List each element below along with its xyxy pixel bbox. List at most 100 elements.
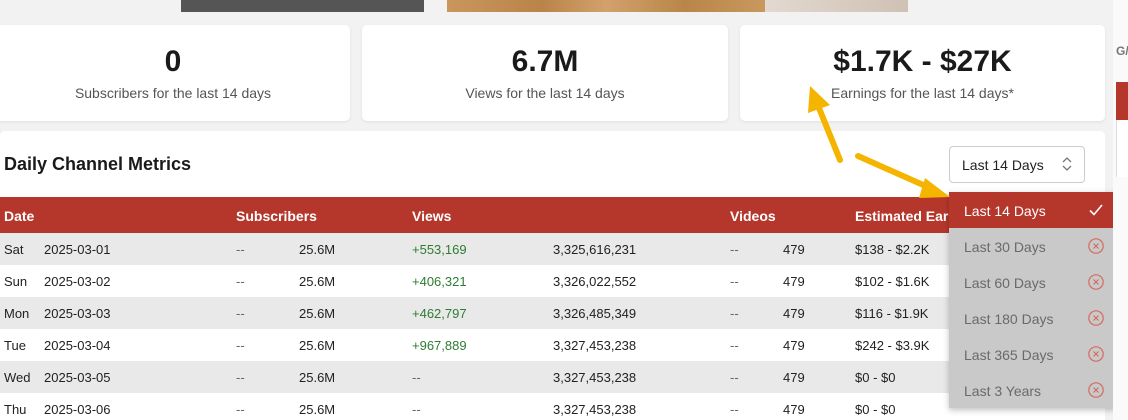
range-option-365-days[interactable]: Last 365 Days: [949, 336, 1117, 372]
banner-segment-light: [765, 0, 908, 12]
range-select-value: Last 14 Days: [962, 157, 1044, 173]
circle-x-icon: [1088, 382, 1104, 398]
row-sub-change: --: [236, 402, 245, 417]
row-videos: 479: [783, 402, 805, 417]
col-date[interactable]: Date: [4, 208, 34, 224]
row-day: Tue: [4, 338, 26, 353]
circle-x-icon: [1088, 310, 1104, 326]
row-view-change: +967,889: [412, 338, 467, 353]
table-row: Tue 2025-03-04 -- 25.6M +967,889 3,327,4…: [0, 329, 960, 361]
right-sidebar: G/: [1113, 0, 1128, 420]
row-videos: 479: [783, 242, 805, 257]
row-day: Sun: [4, 274, 28, 289]
row-date: 2025-03-05: [44, 370, 111, 385]
row-subs: 25.6M: [299, 370, 336, 385]
row-videos: 479: [783, 338, 805, 353]
check-icon: [1089, 204, 1103, 216]
row-view-change: --: [412, 402, 421, 417]
circle-x-icon: [1088, 274, 1104, 290]
row-earnings: $116 - $1.9K: [855, 306, 929, 321]
row-subs: 25.6M: [299, 274, 336, 289]
row-sub-change: --: [236, 242, 245, 257]
row-sub-change: --: [236, 338, 245, 353]
row-views: 3,327,453,238: [553, 402, 637, 417]
row-day: Sat: [4, 242, 24, 257]
row-day: Thu: [4, 402, 27, 417]
row-subs: 25.6M: [299, 306, 336, 321]
row-earnings: $0 - $0: [855, 370, 896, 385]
row-sub-change: --: [236, 274, 245, 289]
row-subs: 25.6M: [299, 338, 336, 353]
row-date: 2025-03-03: [44, 306, 111, 321]
row-earnings: $0 - $0: [855, 402, 896, 417]
earnings-value: $1.7K - $27K: [833, 45, 1012, 78]
row-earnings: $102 - $1.6K: [855, 274, 930, 289]
earnings-label: Earnings for the last 14 days*: [831, 85, 1014, 101]
chevron-up-down-icon: [1062, 157, 1072, 171]
table-row: Mon 2025-03-03 -- 25.6M +462,797 3,326,4…: [0, 297, 960, 329]
col-subscribers[interactable]: Subscribers: [236, 208, 317, 224]
row-subs: 25.6M: [299, 402, 336, 417]
earnings-card: $1.7K - $27K Earnings for the last 14 da…: [740, 25, 1105, 121]
row-date: 2025-03-01: [44, 242, 111, 257]
range-option-14-days[interactable]: Last 14 Days: [949, 192, 1117, 228]
range-option-30-days[interactable]: Last 30 Days: [949, 228, 1117, 264]
row-views: 3,327,453,238: [553, 338, 637, 353]
range-option-180-days[interactable]: Last 180 Days: [949, 300, 1117, 336]
views-label: Views for the last 14 days: [465, 85, 625, 101]
subscribers-value: 0: [164, 45, 182, 78]
col-videos[interactable]: Videos: [730, 208, 776, 224]
row-earnings: $138 - $2.2K: [855, 242, 930, 257]
row-date: 2025-03-04: [44, 338, 111, 353]
row-view-change: +462,797: [412, 306, 467, 321]
row-view-change: --: [412, 370, 421, 385]
sidebar-accent-block: [1116, 82, 1128, 120]
circle-x-icon: [1088, 238, 1104, 254]
range-option-label: Last 180 Days: [964, 311, 1054, 327]
sidebar-cut-label: G/: [1116, 44, 1128, 58]
range-option-label: Last 3 Years: [964, 383, 1042, 399]
row-views: 3,326,485,349: [553, 306, 637, 321]
range-option-label: Last 14 Days: [964, 203, 1046, 219]
row-sub-change: --: [236, 370, 245, 385]
row-vid-change: --: [730, 306, 739, 321]
banner-image: [0, 0, 1100, 12]
row-sub-change: --: [236, 306, 245, 321]
row-vid-change: --: [730, 274, 739, 289]
table-row: Sat 2025-03-01 -- 25.6M +553,169 3,325,6…: [0, 233, 960, 265]
row-subs: 25.6M: [299, 242, 336, 257]
row-vid-change: --: [730, 370, 739, 385]
row-vid-change: --: [730, 402, 739, 417]
panel-title: Daily Channel Metrics: [4, 154, 192, 174]
row-view-change: +406,321: [412, 274, 467, 289]
row-day: Wed: [4, 370, 31, 385]
table-header: Date Subscribers Views Videos Estimated …: [0, 197, 960, 233]
range-option-label: Last 60 Days: [964, 275, 1046, 291]
views-card: 6.7M Views for the last 14 days: [362, 25, 728, 121]
table-row: Thu 2025-03-06 -- 25.6M -- 3,327,453,238…: [0, 393, 960, 420]
col-earnings[interactable]: Estimated Ear: [855, 208, 948, 224]
range-option-label: Last 30 Days: [964, 239, 1046, 255]
circle-x-icon: [1088, 346, 1104, 362]
row-vid-change: --: [730, 338, 739, 353]
subscribers-card: 0 Subscribers for the last 14 days: [0, 25, 350, 121]
range-dropdown-menu: Last 14 Days Last 30 Days Last 60 Days L…: [949, 192, 1117, 408]
row-videos: 479: [783, 274, 805, 289]
table-row: Sun 2025-03-02 -- 25.6M +406,321 3,326,0…: [0, 265, 960, 297]
col-views[interactable]: Views: [412, 208, 451, 224]
row-day: Mon: [4, 306, 30, 321]
views-value: 6.7M: [511, 45, 579, 78]
subscribers-label: Subscribers for the last 14 days: [74, 85, 272, 101]
row-videos: 479: [783, 370, 805, 385]
row-views: 3,326,022,552: [553, 274, 637, 289]
row-vid-change: --: [730, 242, 739, 257]
range-option-3-years[interactable]: Last 3 Years: [949, 372, 1117, 408]
row-views: 3,325,616,231: [553, 242, 637, 257]
range-option-60-days[interactable]: Last 60 Days: [949, 264, 1117, 300]
range-select[interactable]: Last 14 Days: [949, 146, 1085, 183]
row-date: 2025-03-06: [44, 402, 111, 417]
row-videos: 479: [783, 306, 805, 321]
table-row: Wed 2025-03-05 -- 25.6M -- 3,327,453,238…: [0, 361, 960, 393]
row-views: 3,327,453,238: [553, 370, 637, 385]
row-earnings: $242 - $3.9K: [855, 338, 930, 353]
